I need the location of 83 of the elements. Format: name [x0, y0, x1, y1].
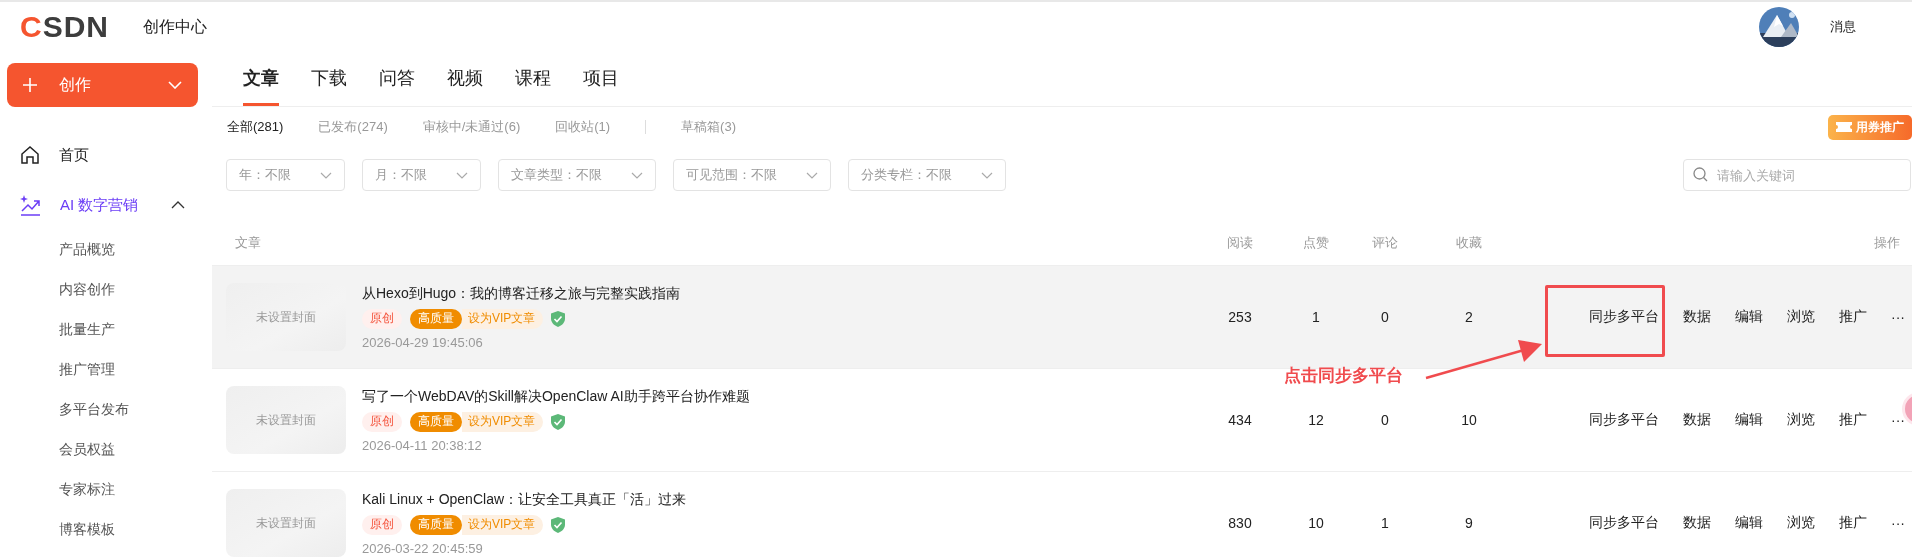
article-title[interactable]: Kali Linux + OpenClaw：让安全工具真正「活」过来	[362, 490, 687, 509]
more-link[interactable]: ···	[1891, 515, 1905, 531]
cover-label: 未设置封面	[256, 308, 316, 326]
nav-subitem[interactable]: 专家标注	[7, 470, 212, 510]
more-link[interactable]: ···	[1891, 309, 1905, 325]
nav-subitem[interactable]: 会员权益	[7, 430, 212, 470]
header-title: 创作中心	[143, 16, 207, 37]
action-link[interactable]: 浏览	[1787, 514, 1815, 532]
publish-date: 2026-03-22 20:45:59	[362, 540, 484, 556]
action-link[interactable]: 浏览	[1787, 411, 1815, 429]
article-tag: 高质量	[410, 308, 462, 329]
nav-item[interactable]: AI 数字营销	[7, 180, 212, 230]
action-link[interactable]: 同步多平台	[1589, 514, 1659, 532]
chevron-down-icon	[456, 171, 468, 179]
tab[interactable]: 课程	[515, 52, 551, 106]
like-count: 12	[1307, 412, 1325, 428]
chevron-down-icon	[806, 171, 818, 179]
comment-count: 1	[1380, 515, 1390, 531]
home-icon	[20, 145, 40, 165]
chevron-down-icon	[631, 171, 643, 179]
column-header: 文章	[234, 234, 262, 252]
nav-subitem[interactable]: 博客模板	[7, 510, 212, 550]
column-header: 操作	[1873, 234, 1901, 252]
article-tag: 原创	[362, 308, 402, 329]
read-count: 253	[1227, 309, 1253, 325]
tab[interactable]: 文章	[243, 52, 279, 106]
annotation-text: 点击同步多平台	[1284, 365, 1403, 387]
more-link[interactable]: ···	[1891, 412, 1905, 428]
action-link[interactable]: 推广	[1839, 308, 1867, 326]
tab[interactable]: 问答	[379, 52, 415, 106]
like-count: 10	[1307, 515, 1325, 531]
search-icon	[1693, 167, 1708, 182]
article-title[interactable]: 写了一个WebDAV的Skill解决OpenClaw AI助手跨平台协作难题	[362, 387, 750, 406]
column-header: 评论	[1371, 234, 1399, 252]
action-link[interactable]: 数据	[1683, 514, 1711, 532]
nav-subitem[interactable]: 多平台发布	[7, 390, 212, 430]
plus-icon	[23, 78, 37, 92]
action-link[interactable]: 编辑	[1735, 514, 1763, 532]
chevron-down-icon	[320, 171, 332, 179]
action-link[interactable]: 编辑	[1735, 308, 1763, 326]
comment-count: 0	[1380, 309, 1390, 325]
action-link[interactable]: 数据	[1683, 308, 1711, 326]
logo[interactable]: CSDN	[20, 10, 112, 44]
article-tag: 高质量	[410, 411, 462, 432]
favorite-count: 2	[1464, 309, 1474, 325]
cover-label: 未设置封面	[256, 411, 316, 429]
favorite-count: 9	[1464, 515, 1474, 531]
nav-item[interactable]: 首页	[7, 130, 212, 180]
read-count: 434	[1227, 412, 1253, 428]
action-link[interactable]: 数据	[1683, 411, 1711, 429]
nav-subitem[interactable]: 产品概览	[7, 230, 212, 270]
tab[interactable]: 下载	[311, 52, 347, 106]
tab[interactable]: 项目	[583, 52, 619, 106]
chevron-down-icon	[168, 81, 182, 89]
column-header: 阅读	[1226, 234, 1254, 252]
tab[interactable]: 视频	[447, 52, 483, 106]
column-header: 收藏	[1455, 234, 1483, 252]
action-link[interactable]: 同步多平台	[1589, 411, 1659, 429]
action-link[interactable]: 浏览	[1787, 308, 1815, 326]
article-tag: 高质量	[410, 514, 462, 535]
action-link[interactable]: 推广	[1839, 514, 1867, 532]
comment-count: 0	[1380, 412, 1390, 428]
chevron-down-icon	[981, 171, 993, 179]
like-count: 1	[1311, 309, 1321, 325]
cover-label: 未设置封面	[256, 514, 316, 532]
sparkle-chart-icon	[20, 194, 41, 216]
article-title[interactable]: 从Hexo到Hugo：我的博客迁移之旅与完整实践指南	[362, 284, 681, 303]
article-tag: 原创	[362, 411, 402, 432]
status-filter[interactable]: 全部(281)	[227, 118, 284, 136]
publish-date: 2026-04-11 20:38:12	[362, 437, 483, 453]
action-link[interactable]: 同步多平台	[1589, 308, 1659, 326]
action-link[interactable]: 编辑	[1735, 411, 1763, 429]
nav-subitem[interactable]: 内容创作	[7, 270, 212, 310]
search-field[interactable]: 请输入关键词	[1683, 159, 1911, 191]
nav-subitem[interactable]: 批量生产	[7, 310, 212, 350]
publish-date: 2026-04-29 19:45:06	[362, 334, 484, 350]
messages-link[interactable]: 消息	[1830, 18, 1856, 36]
article-tag: 原创	[362, 514, 402, 535]
column-header: 点赞	[1302, 234, 1330, 252]
favorite-count: 10	[1460, 412, 1478, 428]
read-count: 830	[1227, 515, 1253, 531]
action-link[interactable]: 推广	[1839, 411, 1867, 429]
nav-subitem[interactable]: 推广管理	[7, 350, 212, 390]
